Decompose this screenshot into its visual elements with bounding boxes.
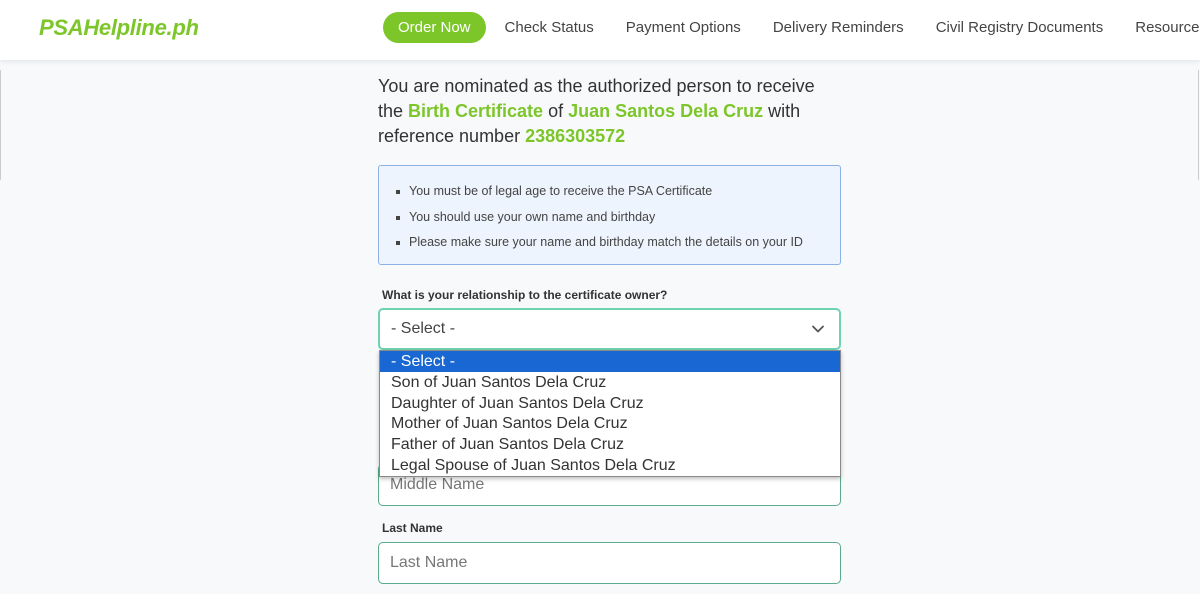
nav-resources[interactable]: Resources: [1135, 12, 1200, 43]
last-name-input[interactable]: Last Name: [378, 542, 841, 584]
option-select[interactable]: - Select -: [380, 351, 840, 372]
requirements-notice: You must be of legal age to receive the …: [378, 165, 841, 265]
main-nav: Order Now Check Status Payment Options D…: [383, 12, 1200, 43]
last-name-label: Last Name: [382, 521, 443, 535]
relationship-select-value: - Select -: [391, 320, 456, 337]
relationship-label: What is your relationship to the certifi…: [382, 288, 668, 302]
nav-check-status[interactable]: Check Status: [505, 12, 594, 43]
option-daughter[interactable]: Daughter of Juan Santos Dela Cruz: [380, 393, 840, 414]
nav-payment-options[interactable]: Payment Options: [626, 12, 741, 43]
intro-text: of: [543, 101, 569, 121]
notice-item: Please make sure your name and birthday …: [393, 230, 840, 256]
relationship-select[interactable]: - Select -: [378, 308, 841, 350]
top-navbar: PSAHelpline.ph Order Now Check Status Pa…: [0, 0, 1200, 60]
option-father[interactable]: Father of Juan Santos Dela Cruz: [380, 434, 840, 455]
site-logo[interactable]: PSAHelpline.ph: [39, 15, 199, 41]
right-panel-border: [1198, 70, 1199, 180]
nav-order-now[interactable]: Order Now: [383, 12, 486, 43]
option-mother[interactable]: Mother of Juan Santos Dela Cruz: [380, 413, 840, 434]
relationship-dropdown-list: - Select - Son of Juan Santos Dela Cruz …: [379, 350, 841, 477]
chevron-down-icon: [812, 325, 824, 333]
nomination-message: You are nominated as the authorized pers…: [378, 74, 841, 149]
owner-name: Juan Santos Dela Cruz: [568, 101, 764, 121]
left-panel-border: [0, 70, 1, 180]
nav-delivery-reminders[interactable]: Delivery Reminders: [773, 12, 904, 43]
option-son[interactable]: Son of Juan Santos Dela Cruz: [380, 372, 840, 393]
option-legal-spouse[interactable]: Legal Spouse of Juan Santos Dela Cruz: [380, 455, 840, 476]
notice-item: You must be of legal age to receive the …: [393, 179, 840, 205]
intro-section: You are nominated as the authorized pers…: [378, 74, 841, 149]
document-type: Birth Certificate: [408, 101, 544, 121]
notice-item: You should use your own name and birthda…: [393, 205, 840, 231]
nav-civil-registry-documents[interactable]: Civil Registry Documents: [936, 12, 1104, 43]
reference-number: 2386303572: [525, 126, 626, 146]
